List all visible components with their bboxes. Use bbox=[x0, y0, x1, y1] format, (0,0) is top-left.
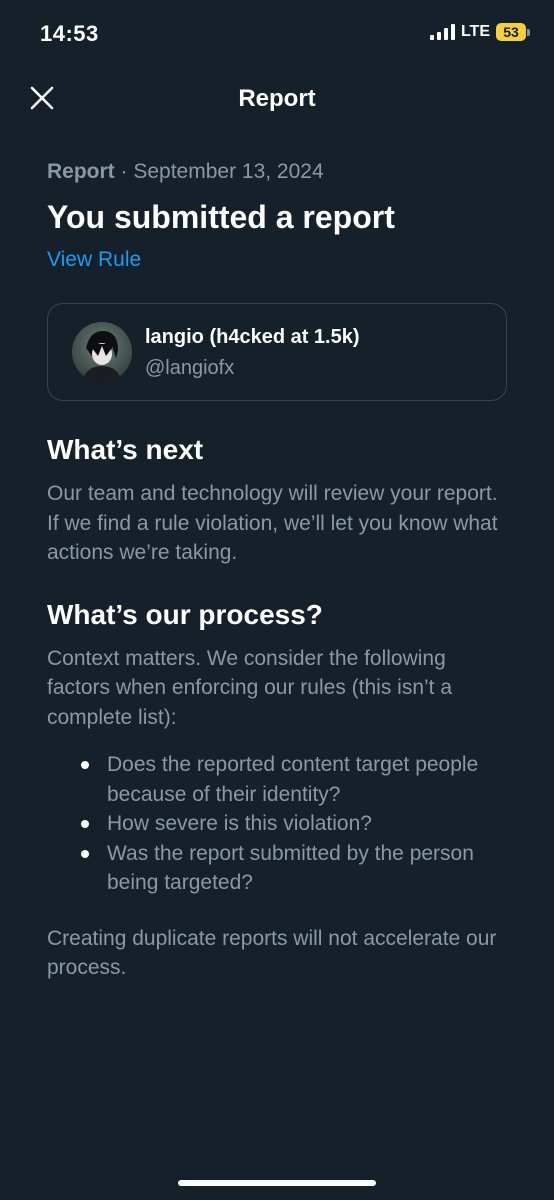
home-indicator[interactable] bbox=[178, 1180, 376, 1186]
bullet-icon bbox=[81, 820, 89, 828]
status-indicators: LTE 53 bbox=[429, 23, 530, 41]
battery-level: 53 bbox=[496, 23, 526, 41]
process-heading: What’s our process? bbox=[47, 598, 323, 630]
status-time: 14:53 bbox=[40, 21, 99, 46]
network-label: LTE bbox=[460, 23, 490, 40]
avatar bbox=[72, 322, 132, 382]
status-bar: 14:53 LTE 53 bbox=[0, 0, 554, 64]
report-content: Report · September 13, 2024 You submitte… bbox=[47, 160, 507, 983]
battery-icon: 53 bbox=[496, 23, 530, 41]
report-meta: Report · September 13, 2024 bbox=[47, 160, 507, 184]
list-item: Does the reported content target people … bbox=[81, 750, 507, 809]
report-type: Report bbox=[47, 160, 115, 183]
reported-user-handle: @langiofx bbox=[145, 357, 235, 379]
meta-separator: · bbox=[114, 160, 134, 183]
reported-user-card[interactable]: langio (h4cked at 1.5k) @langiofx bbox=[47, 303, 507, 401]
nav-bar: Report bbox=[0, 72, 554, 126]
view-rule-link[interactable]: View Rule bbox=[47, 248, 141, 272]
process-factor-list: Does the reported content target people … bbox=[47, 750, 507, 898]
whats-next-heading: What’s next bbox=[47, 434, 204, 465]
list-item-text: Was the report submitted by the person b… bbox=[107, 841, 474, 895]
report-screen: 14:53 LTE 53 Report Report · September 1… bbox=[0, 0, 554, 1200]
process-body: Context matters. We consider the followi… bbox=[47, 646, 453, 729]
whats-next-body: Our team and technology will review your… bbox=[47, 482, 498, 564]
list-item-text: How severe is this violation? bbox=[107, 812, 372, 835]
process-closing: Creating duplicate reports will not acce… bbox=[47, 926, 497, 980]
signal-icon bbox=[429, 24, 455, 40]
bullet-icon bbox=[81, 849, 89, 858]
report-headline: You submitted a report bbox=[47, 199, 395, 235]
list-item: How severe is this violation? bbox=[81, 809, 507, 839]
reported-user-name: langio (h4cked at 1.5k) bbox=[145, 326, 360, 348]
list-item-text: Does the reported content target people … bbox=[107, 753, 479, 806]
report-date: September 13, 2024 bbox=[133, 160, 324, 183]
list-item: Was the report submitted by the person b… bbox=[81, 839, 507, 898]
battery-tip bbox=[527, 28, 530, 36]
page-title: Report bbox=[238, 85, 316, 112]
bullet-icon bbox=[81, 761, 89, 769]
